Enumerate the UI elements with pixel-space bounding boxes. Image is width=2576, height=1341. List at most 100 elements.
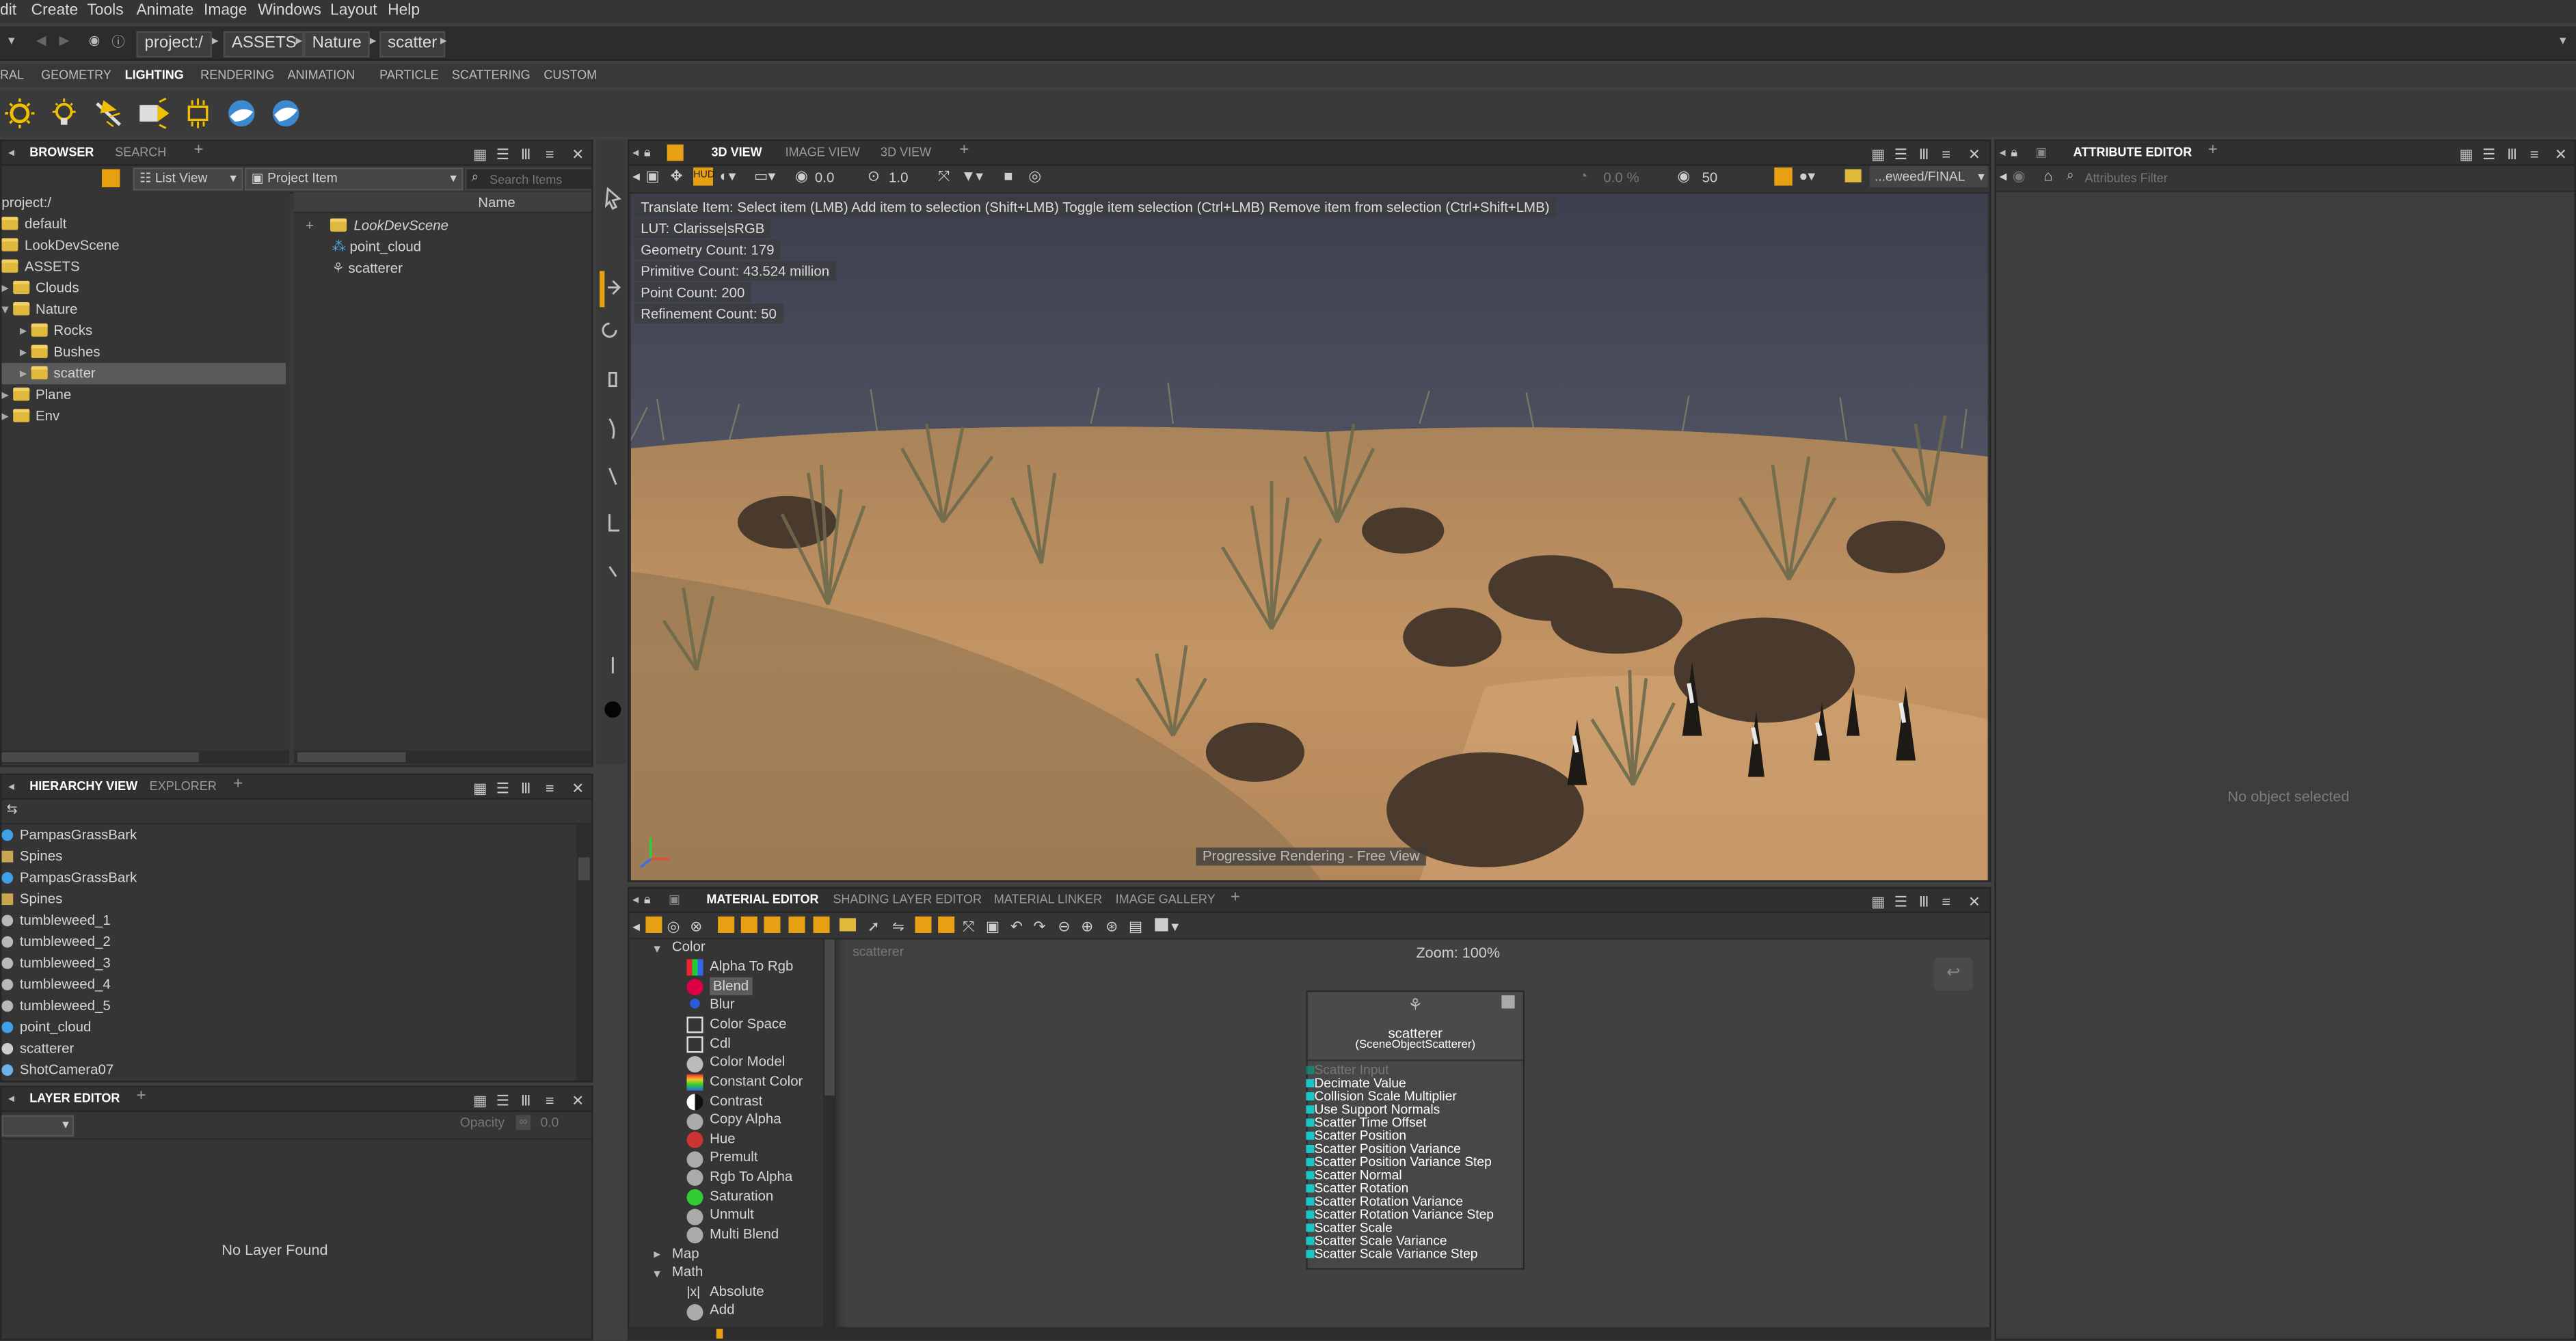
menu-animate[interactable]: Animate: [136, 1, 193, 19]
attribute-filter[interactable]: ⌕: [2067, 167, 2573, 187]
category-map[interactable]: Map: [672, 1245, 699, 1262]
node-item[interactable]: Contrast: [710, 1092, 762, 1110]
port[interactable]: [1306, 1249, 1315, 1258]
port[interactable]: [1306, 1158, 1315, 1167]
node-item[interactable]: Constant Color: [710, 1072, 803, 1090]
folder-icon[interactable]: [1844, 169, 1862, 182]
expand-icon[interactable]: ▸: [1, 407, 12, 424]
expand-icon[interactable]: ▸: [654, 1247, 660, 1262]
list-item[interactable]: tumbleweed_2: [20, 932, 111, 953]
home-icon[interactable]: ◉: [89, 33, 100, 48]
layout-grid-icon[interactable]: ▦: [473, 146, 487, 164]
timeline-strip[interactable]: [627, 1327, 1991, 1340]
back-icon[interactable]: ◀: [36, 33, 46, 48]
node-item[interactable]: Rgb To Alpha: [710, 1168, 792, 1186]
expand-icon[interactable]: ▸: [1, 386, 12, 403]
list-item[interactable]: Spines: [20, 846, 62, 867]
expand-icon[interactable]: ▸: [20, 364, 31, 381]
close-icon[interactable]: ✕: [1968, 893, 1981, 911]
node-item[interactable]: Premult: [710, 1148, 757, 1166]
list-item[interactable]: tumbleweed_4: [20, 974, 111, 995]
library-scrollbar[interactable]: [822, 939, 837, 1339]
shelf-tab-animation[interactable]: ANIMATION: [288, 68, 355, 83]
samples-field[interactable]: 50: [1702, 170, 1718, 186]
tab-layer-editor[interactable]: LAYER EDITOR: [29, 1091, 120, 1106]
port[interactable]: [1306, 1236, 1315, 1245]
node-item[interactable]: Blend: [710, 977, 753, 996]
port[interactable]: [1306, 1197, 1315, 1206]
layout-rows-icon[interactable]: ☰: [2482, 146, 2495, 164]
port[interactable]: [1306, 1184, 1315, 1193]
layout-columns-icon[interactable]: Ⅲ: [521, 146, 531, 164]
layout-grid-icon[interactable]: ▦: [473, 1092, 487, 1110]
layout-columns-icon[interactable]: Ⅲ: [521, 1092, 531, 1110]
tab-3d-view[interactable]: 3D VIEW: [712, 144, 762, 159]
tab-image-gallery[interactable]: IMAGE GALLERY: [1116, 892, 1216, 907]
list-item[interactable]: tumbleweed_1: [20, 910, 111, 931]
forward-icon[interactable]: ▶: [59, 33, 70, 48]
camera-dropdown[interactable]: ...eweed/FINAL ▾: [1869, 165, 1988, 187]
breadcrumb-scatter[interactable]: scatter: [379, 31, 446, 58]
layout-columns-icon[interactable]: Ⅲ: [2507, 146, 2517, 164]
list-view-dropdown[interactable]: ☷ List View ▾: [133, 167, 243, 191]
shelf-tab-lighting[interactable]: LIGHTING: [125, 68, 184, 83]
add-tab-button[interactable]: +: [233, 775, 243, 793]
menu-icon[interactable]: ≡: [546, 780, 554, 796]
list-item-lookdevscene[interactable]: + LookDevScene: [306, 215, 448, 236]
menu-create[interactable]: Create: [31, 1, 79, 19]
gamma-icon[interactable]: ⊙: [868, 167, 880, 185]
tree-item-rocks[interactable]: ▸ Rocks: [20, 321, 92, 342]
close-icon[interactable]: ✕: [572, 780, 584, 798]
breadcrumb-assets[interactable]: ASSETS: [223, 31, 305, 58]
close-icon[interactable]: ✕: [2555, 146, 2567, 164]
expand-icon[interactable]: +: [306, 217, 318, 233]
add-tab-button[interactable]: +: [194, 141, 204, 159]
material-tool-icons[interactable]: ◂ ◎ ⊗ ➚ ⇋ ⤧ ▣ ↶ ↷ ⊖ ⊕ ⊛ ▤ ▾: [629, 913, 1188, 938]
node-item[interactable]: Alpha To Rgb: [710, 958, 793, 975]
collapse-icon[interactable]: ▾: [654, 1266, 660, 1282]
collapse-icon[interactable]: ▾: [1, 301, 12, 317]
shelf-tab-scattering[interactable]: SCATTERING: [452, 68, 531, 83]
menu-icon[interactable]: ≡: [546, 146, 554, 163]
expand-icon[interactable]: ▸: [20, 322, 31, 338]
lock-icon[interactable]: 🔒︎: [2011, 144, 2017, 161]
tree-item-clouds[interactable]: ▸ Clouds: [1, 277, 79, 299]
menu-icon[interactable]: ≡: [1942, 146, 1950, 163]
info-icon[interactable]: ⓘ: [111, 33, 124, 51]
tab-material-linker[interactable]: MATERIAL LINKER: [994, 892, 1102, 907]
port[interactable]: [1306, 1223, 1315, 1232]
gamma-field[interactable]: 1.0: [889, 170, 908, 186]
port[interactable]: [1306, 1171, 1315, 1180]
column-name[interactable]: Name: [478, 194, 515, 211]
fit-icon[interactable]: ⤧: [938, 167, 950, 185]
node-item[interactable]: Saturation: [710, 1187, 773, 1205]
sync-icon[interactable]: ▣: [2035, 144, 2047, 159]
hud-toggle-icon[interactable]: HUD: [693, 167, 714, 186]
save-icon[interactable]: ▣: [645, 167, 659, 185]
add-tab-button[interactable]: +: [1231, 889, 1240, 906]
tab-hierarchy-view[interactable]: HIERARCHY VIEW: [29, 778, 137, 794]
port[interactable]: [1306, 1144, 1315, 1153]
layout-rows-icon[interactable]: ☰: [496, 146, 509, 164]
shading-icon[interactable]: ●▾: [1799, 167, 1815, 185]
shelf-tab-geometry[interactable]: GEOMETRY: [41, 68, 111, 83]
node-item[interactable]: Blur: [710, 995, 734, 1013]
samples-icon[interactable]: ◉: [1678, 167, 1691, 185]
eye-icon[interactable]: ◎: [1028, 167, 1041, 185]
menu-edit[interactable]: dit: [0, 1, 16, 19]
layout-rows-icon[interactable]: ☰: [496, 780, 509, 798]
tab-browser[interactable]: BROWSER: [29, 144, 94, 159]
tree-item-assets[interactable]: ASSETS: [1, 256, 80, 277]
filter-icon[interactable]: ▼▾: [961, 167, 983, 185]
collapse-icon[interactable]: ▾: [654, 941, 660, 956]
list-item[interactable]: ShotCamera07: [20, 1059, 113, 1081]
breadcrumb-project[interactable]: project:/: [136, 31, 211, 58]
expand-icon[interactable]: ▸: [1, 280, 12, 296]
eye-icon[interactable]: ◉: [2013, 167, 2026, 185]
sync-icon[interactable]: [667, 144, 684, 161]
list-item[interactable]: PampasGrassBark: [20, 867, 137, 889]
hierarchy-scrollbar[interactable]: [576, 824, 592, 1081]
port[interactable]: [1306, 1118, 1315, 1127]
layout-columns-icon[interactable]: Ⅲ: [1919, 146, 1929, 164]
port[interactable]: [1306, 1210, 1315, 1219]
